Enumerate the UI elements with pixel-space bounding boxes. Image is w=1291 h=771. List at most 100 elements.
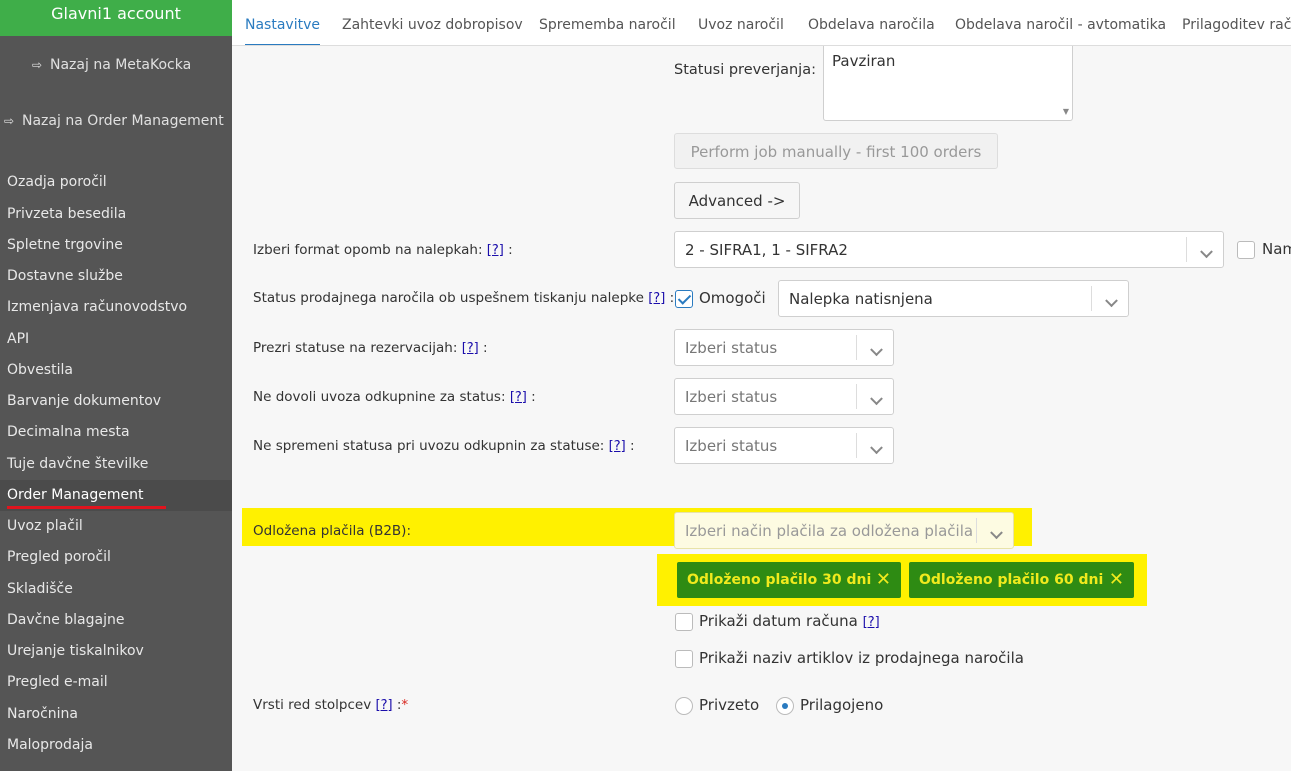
omogoci-checkbox[interactable] — [675, 290, 693, 308]
omogoci-label: Omogoči — [699, 289, 766, 307]
remove-tag-icon[interactable]: ✕ — [876, 562, 891, 598]
prikazi-datum-text: Prikaži datum računa — [699, 612, 858, 630]
prikazi-datum-label: Prikaži datum računa [?] — [699, 612, 880, 630]
tab-zahtevki-uvoz-dobropisov[interactable]: Zahtevki uvoz dobropisov — [342, 0, 523, 45]
sidebar-item-izmenjava-racunovodstvo[interactable]: Izmenjava računovodstvo — [0, 292, 232, 323]
prikazi-naziv-label: Prikaži naziv artiklov iz prodajnega nar… — [699, 649, 1024, 667]
colon: : — [483, 340, 488, 356]
help-link[interactable]: [?] — [863, 615, 880, 630]
colon: : — [669, 290, 675, 306]
help-link[interactable]: [?] — [376, 698, 393, 713]
tab-obdelava-narocila[interactable]: Obdelava naročila — [808, 0, 935, 45]
help-link[interactable]: [?] — [487, 243, 504, 258]
sidebar-item-urejanje-tiskalnikov[interactable]: Urejanje tiskalnikov — [0, 636, 232, 667]
format-opomb-label: Izberi format opomb na nalepkah: [?] : — [253, 242, 513, 258]
sidebar: Glavni1 account ⇨ Nazaj na MetaKocka ⇨ Naz… — [0, 0, 232, 771]
back-order-management-label: Nazaj na Order Management — [22, 113, 224, 129]
odlozena-placila-label: Odložena plačila (B2B): — [253, 523, 411, 539]
sidebar-item-maloprodaja[interactable]: Maloprodaja — [0, 730, 232, 761]
sidebar-item-tuje-davcne-stevilke[interactable]: Tuje davčne številke — [0, 449, 232, 480]
prikazi-datum-checkbox[interactable] — [675, 613, 693, 631]
status-tiskanje-select[interactable]: Nalepka natisnjena — [778, 280, 1129, 317]
scroll-arrow-icon: ▼ — [1062, 107, 1069, 116]
tag-odlozeno-60-label: Odloženo plačilo 60 dni — [919, 572, 1104, 588]
ne-dovoli-placeholder: Izberi status — [685, 387, 778, 406]
sidebar-item-pregled-email[interactable]: Pregled e-mail — [0, 667, 232, 698]
prikazi-naziv-checkbox[interactable] — [675, 650, 693, 668]
select-divider — [1186, 237, 1187, 262]
ne-dovoli-label: Ne dovoli uvoza odkupnine za status: [?]… — [253, 389, 536, 405]
privzeto-radio[interactable] — [675, 697, 693, 715]
tab-prilagoditev-racuna[interactable]: Prilagoditev raču — [1182, 0, 1291, 45]
sidebar-item-privzeta-besedila[interactable]: Privzeta besedila — [0, 199, 232, 230]
back-metakocka-label: Nazaj na MetaKocka — [50, 57, 192, 73]
help-link[interactable]: [?] — [609, 439, 626, 454]
ne-spremeni-select[interactable]: Izberi status — [674, 427, 894, 464]
odlozena-placila-placeholder: Izberi način plačila za odložena plačila — [685, 521, 974, 540]
sidebar-item-davcne-blagajne[interactable]: Davčne blagajne — [0, 605, 232, 636]
remove-tag-icon[interactable]: ✕ — [1109, 562, 1124, 598]
ne-dovoli-text: Ne dovoli uvoza odkupnine za status: — [253, 389, 506, 405]
status-tiskanje-label: Status prodajnega naročila ob uspešnem t… — [253, 290, 674, 306]
chevron-down-icon — [990, 525, 1003, 539]
sidebar-item-dostavne-sluzbe[interactable]: Dostavne službe — [0, 261, 232, 292]
tab-obdelava-narocil-avtomatika[interactable]: Obdelava naročil - avtomatika — [955, 0, 1166, 45]
account-header[interactable]: Glavni1 account — [0, 0, 232, 36]
prezri-statuse-text: Prezri statuse na rezervacijah: — [253, 340, 458, 356]
active-underline — [7, 506, 166, 509]
vrsti-red-label: Vrsti red stolpcev [?] :* — [253, 697, 408, 713]
chevron-down-icon — [870, 440, 883, 454]
tab-uvoz-narocil[interactable]: Uvoz naročil — [698, 0, 784, 45]
sidebar-item-barvanje-dokumentov[interactable]: Barvanje dokumentov — [0, 386, 232, 417]
chevron-down-icon — [1200, 244, 1213, 258]
status-tiskanje-value: Nalepka natisnjena — [789, 289, 933, 308]
prilagojeno-label: Prilagojeno — [800, 696, 884, 714]
statusi-preverjanja-multiselect[interactable]: Pavziran ▼ — [823, 46, 1073, 121]
tab-nastavitve[interactable]: Nastavitve — [245, 0, 320, 45]
sidebar-item-narocnina[interactable]: Naročnina — [0, 699, 232, 730]
back-order-management-link[interactable]: ⇨ Nazaj na Order Management — [4, 113, 224, 129]
prezri-statuse-select[interactable]: Izberi status — [674, 329, 894, 366]
odlozena-placila-select[interactable]: Izberi način plačila za odložena plačila — [674, 512, 1014, 549]
prezri-statuse-label: Prezri statuse na rezervacijah: [?] : — [253, 340, 488, 356]
tab-sprememba-narocil[interactable]: Sprememba naročil — [539, 0, 676, 45]
sign-out-icon: ⇨ — [32, 58, 43, 72]
sidebar-item-api[interactable]: API — [0, 324, 232, 355]
format-opomb-value: 2 - SIFRA1, 1 - SIFRA2 — [685, 240, 848, 259]
select-divider — [976, 518, 977, 543]
sidebar-item-uvoz-placil[interactable]: Uvoz plačil — [0, 511, 232, 542]
vrsti-red-text: Vrsti red stolpcev — [253, 697, 372, 713]
prezri-statuse-placeholder: Izberi status — [685, 338, 778, 357]
statusi-preverjanja-value: Pavziran — [832, 52, 896, 70]
help-link[interactable]: [?] — [510, 390, 527, 405]
back-metakocka-link[interactable]: ⇨ Nazaj na MetaKocka — [32, 57, 191, 73]
help-link[interactable]: [?] — [462, 341, 479, 356]
format-opomb-select[interactable]: 2 - SIFRA1, 1 - SIFRA2 — [674, 231, 1224, 268]
sidebar-item-decimalna-mesta[interactable]: Decimalna mesta — [0, 417, 232, 448]
tag-odlozeno-30-label: Odloženo plačilo 30 dni — [687, 572, 872, 588]
nam-label: Nam — [1262, 240, 1291, 258]
sidebar-item-obvestila[interactable]: Obvestila — [0, 355, 232, 386]
ne-dovoli-select[interactable]: Izberi status — [674, 378, 894, 415]
chevron-down-icon — [1105, 293, 1118, 307]
tag-odlozeno-30: Odloženo plačilo 30 dni ✕ — [677, 562, 901, 598]
sidebar-item-ozadja-porocil[interactable]: Ozadja poročil — [0, 167, 232, 198]
advanced-button[interactable]: Advanced -> — [674, 182, 800, 219]
chevron-down-icon — [870, 391, 883, 405]
perform-job-button[interactable]: Perform job manually - first 100 orders — [674, 133, 998, 169]
select-divider — [856, 433, 857, 458]
colon: : — [630, 438, 635, 454]
sidebar-item-spletne-trgovine[interactable]: Spletne trgovine — [0, 230, 232, 261]
sidebar-item-skladisce[interactable]: Skladišče — [0, 574, 232, 605]
sidebar-item-order-management[interactable]: Order Management — [0, 480, 232, 511]
prilagojeno-radio[interactable] — [776, 697, 794, 715]
status-tiskanje-text: Status prodajnega naročila ob uspešnem t… — [253, 290, 644, 306]
statusi-preverjanja-label: Statusi preverjanja: — [674, 62, 816, 78]
colon: : — [508, 242, 513, 258]
ne-spremeni-text: Ne spremeni statusa pri uvozu odkupnin z… — [253, 438, 605, 454]
select-divider — [856, 335, 857, 360]
select-divider — [1091, 286, 1092, 311]
sidebar-item-pregled-porocil[interactable]: Pregled poročil — [0, 542, 232, 573]
help-link[interactable]: [?] — [648, 291, 665, 306]
nam-checkbox[interactable] — [1237, 241, 1255, 259]
